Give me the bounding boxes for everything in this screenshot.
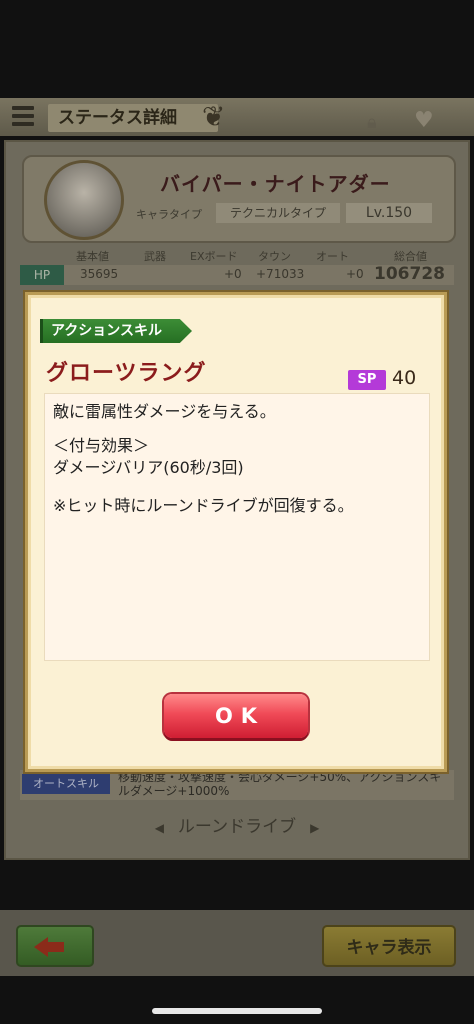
home-indicator xyxy=(152,1008,322,1014)
stat-header: 総合値 xyxy=(394,250,427,263)
stat-value: +0 xyxy=(346,267,364,281)
chara-display-button[interactable]: キャラ表示 xyxy=(322,925,456,967)
lock-icon: 🔒︎ xyxy=(367,112,377,133)
character-level: Lv.150 xyxy=(346,203,432,223)
description-line: ＜付与効果＞ xyxy=(53,436,150,455)
stat-header: 武器 xyxy=(144,250,166,263)
rune-drive-label: ルーンドライブ xyxy=(177,817,297,837)
stat-headers: 基本値 武器 EXボード タウン オート 総合値 xyxy=(20,248,454,264)
stat-header: 基本値 xyxy=(76,250,109,263)
stat-header: オート xyxy=(316,250,349,263)
chevron-left-icon[interactable]: ◀ xyxy=(155,821,164,835)
character-type-value: テクニカルタイプ xyxy=(216,203,340,223)
stat-value: +0 xyxy=(224,267,242,281)
hp-row: HP 35695 +0 +71033 +0 106728 xyxy=(20,264,454,285)
heart-icon[interactable]: ♥ xyxy=(414,108,434,133)
hp-label: HP xyxy=(20,265,64,285)
chevron-right-icon[interactable]: ▶ xyxy=(310,821,319,835)
auto-skill-text: 移動速度・攻撃速度・会心ダメージ+50%、アクションスキルダメージ+1000% xyxy=(118,770,442,798)
page-title: ステータス詳細 xyxy=(48,104,218,132)
character-type-label: キャラタイプ xyxy=(136,208,202,221)
menu-icon[interactable] xyxy=(12,106,34,128)
back-arrow-icon xyxy=(34,937,64,957)
skill-description-box: 敵に雷属性ダメージを与える。 ＜付与効果＞ ダメージバリア(60秒/3回) ※ヒ… xyxy=(44,393,430,661)
sp-badge: SP xyxy=(348,370,386,390)
stat-value: 35695 xyxy=(80,267,119,281)
character-name: バイパー・ナイトアダー xyxy=(160,172,391,196)
stat-value: +71033 xyxy=(256,267,305,281)
auto-skill-label: オートスキル xyxy=(22,774,110,794)
skill-name: グローツラング xyxy=(46,361,207,386)
back-button[interactable] xyxy=(16,925,94,967)
description-line: ダメージバリア(60秒/3回) xyxy=(53,458,244,477)
stat-header: EXボード xyxy=(190,250,238,263)
rune-drive-heading: ◀ ルーンドライブ ▶ xyxy=(0,812,474,837)
ok-button[interactable]: OK xyxy=(164,694,308,738)
stat-header: タウン xyxy=(258,250,291,263)
description-line: 敵に雷属性ダメージを与える。 xyxy=(53,402,276,421)
sp-value: 40 xyxy=(392,367,417,389)
description-line: ※ヒット時にルーンドライブが回復する。 xyxy=(53,496,354,515)
skill-type-tab: アクションスキル xyxy=(40,319,192,343)
stat-total: 106728 xyxy=(374,264,445,284)
avatar xyxy=(44,160,124,240)
ornament-icon: ❦ xyxy=(202,100,226,133)
